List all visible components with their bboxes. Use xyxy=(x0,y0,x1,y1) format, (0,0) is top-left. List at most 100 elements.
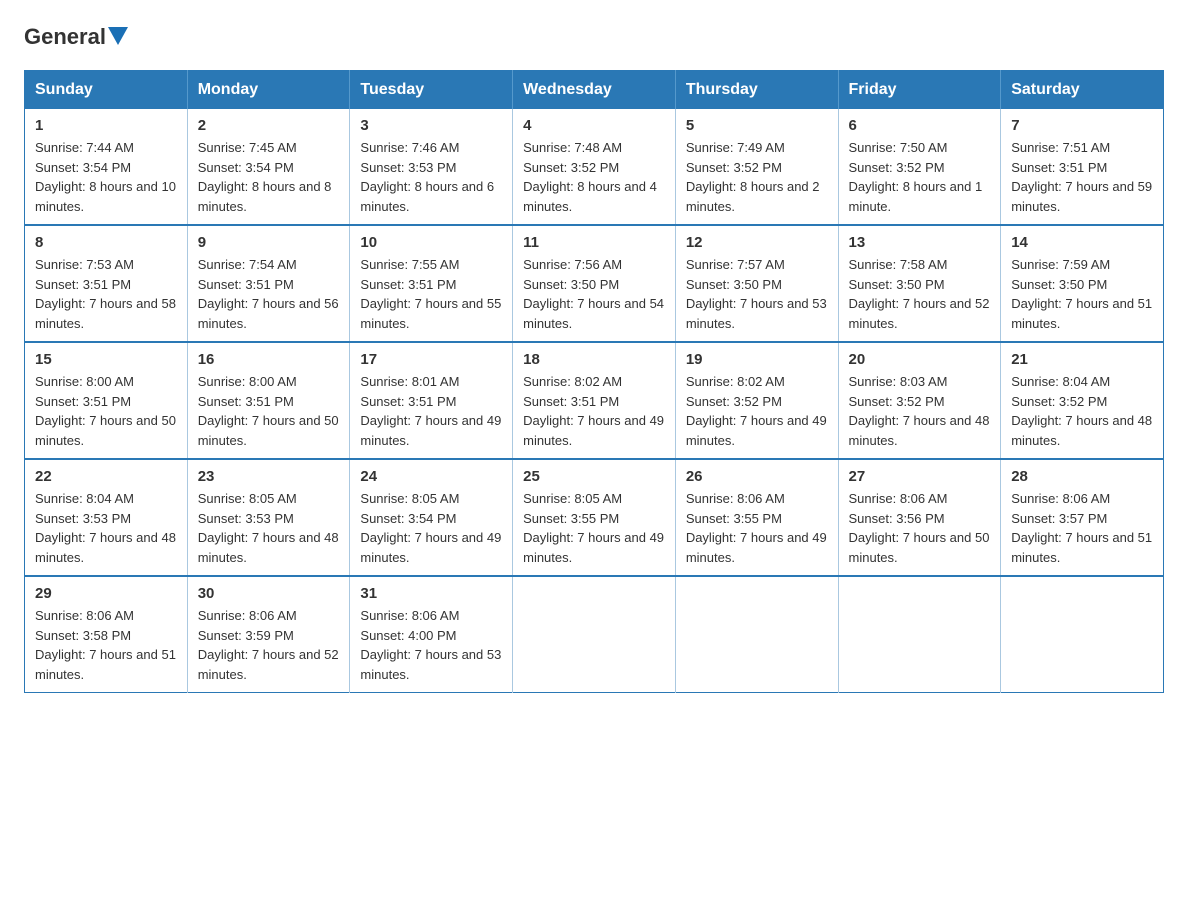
day-info: Sunrise: 7:57 AMSunset: 3:50 PMDaylight:… xyxy=(686,255,828,333)
day-info: Sunrise: 8:06 AMSunset: 4:00 PMDaylight:… xyxy=(360,606,502,684)
column-header-saturday: Saturday xyxy=(1001,71,1164,110)
day-cell: 20 Sunrise: 8:03 AMSunset: 3:52 PMDayligh… xyxy=(838,342,1001,459)
day-number: 22 xyxy=(35,468,177,485)
day-info: Sunrise: 8:03 AMSunset: 3:52 PMDaylight:… xyxy=(849,372,991,450)
day-info: Sunrise: 8:01 AMSunset: 3:51 PMDaylight:… xyxy=(360,372,502,450)
day-cell xyxy=(513,576,676,693)
day-number: 6 xyxy=(849,117,991,134)
day-cell: 10 Sunrise: 7:55 AMSunset: 3:51 PMDayligh… xyxy=(350,225,513,342)
day-info: Sunrise: 8:04 AMSunset: 3:52 PMDaylight:… xyxy=(1011,372,1153,450)
day-number: 3 xyxy=(360,117,502,134)
day-info: Sunrise: 8:06 AMSunset: 3:57 PMDaylight:… xyxy=(1011,489,1153,567)
day-number: 21 xyxy=(1011,351,1153,368)
day-cell: 21 Sunrise: 8:04 AMSunset: 3:52 PMDayligh… xyxy=(1001,342,1164,459)
day-cell: 11 Sunrise: 7:56 AMSunset: 3:50 PMDayligh… xyxy=(513,225,676,342)
day-cell: 7 Sunrise: 7:51 AMSunset: 3:51 PMDaylight… xyxy=(1001,109,1164,225)
week-row-2: 8Sunrise: 7:53 AMSunset: 3:51 PMDaylight… xyxy=(25,225,1164,342)
day-cell: 25 Sunrise: 8:05 AMSunset: 3:55 PMDayligh… xyxy=(513,459,676,576)
day-info: Sunrise: 7:46 AMSunset: 3:53 PMDaylight:… xyxy=(360,138,502,216)
day-number: 27 xyxy=(849,468,991,485)
week-row-3: 15 Sunrise: 8:00 AMSunset: 3:51 PMDayligh… xyxy=(25,342,1164,459)
day-info: Sunrise: 8:00 AMSunset: 3:51 PMDaylight:… xyxy=(198,372,340,450)
day-cell xyxy=(675,576,838,693)
day-info: Sunrise: 8:02 AMSunset: 3:52 PMDaylight:… xyxy=(686,372,828,450)
day-cell: 28 Sunrise: 8:06 AMSunset: 3:57 PMDayligh… xyxy=(1001,459,1164,576)
day-cell: 22 Sunrise: 8:04 AMSunset: 3:53 PMDayligh… xyxy=(25,459,188,576)
day-info: Sunrise: 7:45 AMSunset: 3:54 PMDaylight:… xyxy=(198,138,340,216)
day-info: Sunrise: 8:05 AMSunset: 3:53 PMDaylight:… xyxy=(198,489,340,567)
day-info: Sunrise: 7:56 AMSunset: 3:50 PMDaylight:… xyxy=(523,255,665,333)
day-info: Sunrise: 8:06 AMSunset: 3:56 PMDaylight:… xyxy=(849,489,991,567)
day-info: Sunrise: 7:59 AMSunset: 3:50 PMDaylight:… xyxy=(1011,255,1153,333)
day-cell: 3 Sunrise: 7:46 AMSunset: 3:53 PMDaylight… xyxy=(350,109,513,225)
day-cell: 15Sunrise: 8:00 AMSunset: 3:51 PMDayligh… xyxy=(25,342,188,459)
day-number: 24 xyxy=(360,468,502,485)
day-number: 31 xyxy=(360,585,502,602)
day-number: 30 xyxy=(198,585,340,602)
day-number: 8 xyxy=(35,234,177,251)
day-number: 14 xyxy=(1011,234,1153,251)
day-cell: 8Sunrise: 7:53 AMSunset: 3:51 PMDaylight… xyxy=(25,225,188,342)
day-cell: 9Sunrise: 7:54 AMSunset: 3:51 PMDaylight… xyxy=(187,225,350,342)
day-info: Sunrise: 8:06 AMSunset: 3:59 PMDaylight:… xyxy=(198,606,340,684)
calendar-header-row: SundayMondayTuesdayWednesdayThursdayFrid… xyxy=(25,71,1164,110)
day-cell: 31 Sunrise: 8:06 AMSunset: 4:00 PMDayligh… xyxy=(350,576,513,693)
day-number: 26 xyxy=(686,468,828,485)
day-number: 25 xyxy=(523,468,665,485)
day-number: 16 xyxy=(198,351,340,368)
week-row-4: 22 Sunrise: 8:04 AMSunset: 3:53 PMDayligh… xyxy=(25,459,1164,576)
week-row-5: 29 Sunrise: 8:06 AMSunset: 3:58 PMDayligh… xyxy=(25,576,1164,693)
day-cell: 29 Sunrise: 8:06 AMSunset: 3:58 PMDayligh… xyxy=(25,576,188,693)
day-info: Sunrise: 8:04 AMSunset: 3:53 PMDaylight:… xyxy=(35,489,177,567)
day-number: 1 xyxy=(35,117,177,134)
day-info: Sunrise: 7:44 AMSunset: 3:54 PMDaylight:… xyxy=(35,138,177,216)
day-cell: 13 Sunrise: 7:58 AMSunset: 3:50 PMDayligh… xyxy=(838,225,1001,342)
day-info: Sunrise: 7:51 AMSunset: 3:51 PMDaylight:… xyxy=(1011,138,1153,216)
day-info: Sunrise: 7:55 AMSunset: 3:51 PMDaylight:… xyxy=(360,255,502,333)
day-number: 5 xyxy=(686,117,828,134)
day-number: 18 xyxy=(523,351,665,368)
day-info: Sunrise: 8:05 AMSunset: 3:54 PMDaylight:… xyxy=(360,489,502,567)
day-cell: 12 Sunrise: 7:57 AMSunset: 3:50 PMDayligh… xyxy=(675,225,838,342)
day-number: 15 xyxy=(35,351,177,368)
column-header-sunday: Sunday xyxy=(25,71,188,110)
day-number: 29 xyxy=(35,585,177,602)
day-info: Sunrise: 7:58 AMSunset: 3:50 PMDaylight:… xyxy=(849,255,991,333)
day-number: 28 xyxy=(1011,468,1153,485)
day-info: Sunrise: 7:49 AMSunset: 3:52 PMDaylight:… xyxy=(686,138,828,216)
day-info: Sunrise: 7:50 AMSunset: 3:52 PMDaylight:… xyxy=(849,138,991,216)
logo-general: General xyxy=(24,24,106,50)
day-number: 4 xyxy=(523,117,665,134)
day-cell xyxy=(838,576,1001,693)
day-info: Sunrise: 7:48 AMSunset: 3:52 PMDaylight:… xyxy=(523,138,665,216)
day-cell xyxy=(1001,576,1164,693)
day-cell: 17 Sunrise: 8:01 AMSunset: 3:51 PMDayligh… xyxy=(350,342,513,459)
logo: General xyxy=(24,24,128,50)
day-info: Sunrise: 8:05 AMSunset: 3:55 PMDaylight:… xyxy=(523,489,665,567)
day-number: 7 xyxy=(1011,117,1153,134)
column-header-thursday: Thursday xyxy=(675,71,838,110)
logo-triangle-icon xyxy=(108,27,128,47)
day-number: 19 xyxy=(686,351,828,368)
calendar-table: SundayMondayTuesdayWednesdayThursdayFrid… xyxy=(24,70,1164,693)
day-number: 13 xyxy=(849,234,991,251)
day-info: Sunrise: 8:02 AMSunset: 3:51 PMDaylight:… xyxy=(523,372,665,450)
page-header: General xyxy=(24,24,1164,50)
day-number: 2 xyxy=(198,117,340,134)
day-number: 10 xyxy=(360,234,502,251)
column-header-monday: Monday xyxy=(187,71,350,110)
day-cell: 27 Sunrise: 8:06 AMSunset: 3:56 PMDayligh… xyxy=(838,459,1001,576)
column-header-friday: Friday xyxy=(838,71,1001,110)
day-cell: 19 Sunrise: 8:02 AMSunset: 3:52 PMDayligh… xyxy=(675,342,838,459)
day-number: 20 xyxy=(849,351,991,368)
day-cell: 16 Sunrise: 8:00 AMSunset: 3:51 PMDayligh… xyxy=(187,342,350,459)
day-number: 17 xyxy=(360,351,502,368)
day-info: Sunrise: 7:54 AMSunset: 3:51 PMDaylight:… xyxy=(198,255,340,333)
day-number: 12 xyxy=(686,234,828,251)
day-number: 11 xyxy=(523,234,665,251)
column-header-wednesday: Wednesday xyxy=(513,71,676,110)
day-cell: 14 Sunrise: 7:59 AMSunset: 3:50 PMDayligh… xyxy=(1001,225,1164,342)
day-info: Sunrise: 8:06 AMSunset: 3:58 PMDaylight:… xyxy=(35,606,177,684)
day-cell: 6 Sunrise: 7:50 AMSunset: 3:52 PMDaylight… xyxy=(838,109,1001,225)
day-cell: 2 Sunrise: 7:45 AMSunset: 3:54 PMDaylight… xyxy=(187,109,350,225)
